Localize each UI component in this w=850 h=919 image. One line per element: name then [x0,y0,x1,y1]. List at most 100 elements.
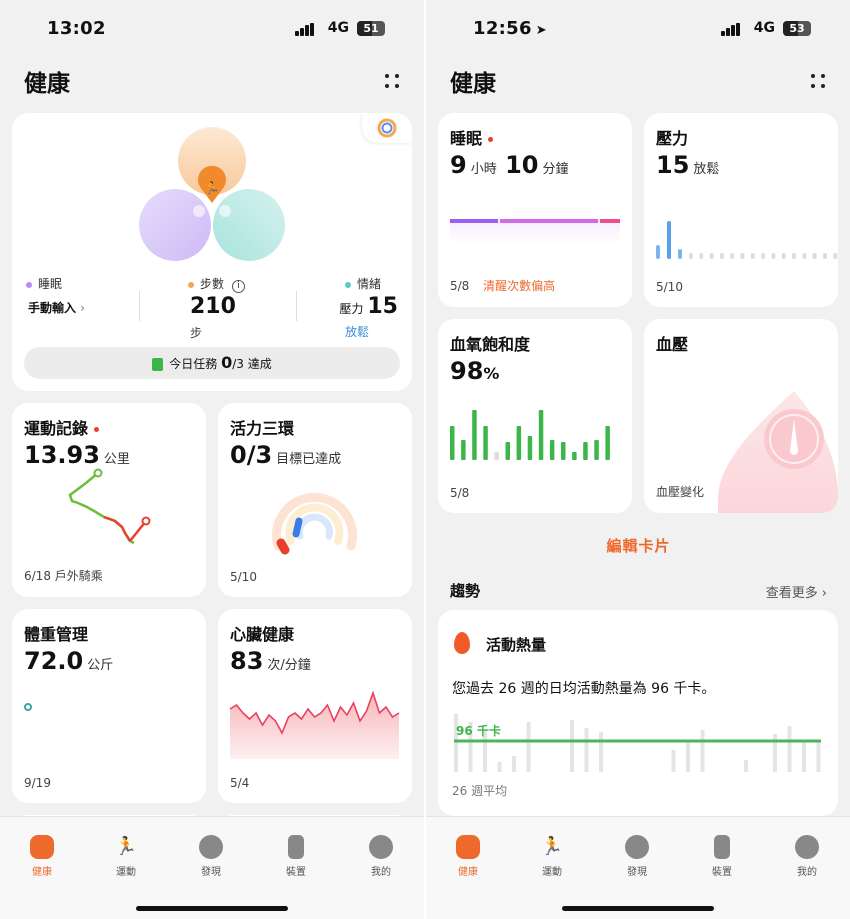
stress-idle-bar [833,253,838,259]
heart-icon [456,835,480,859]
page-title: 健康 [24,71,70,97]
calorie-bar [700,730,705,772]
tab-label: 我的 [797,867,817,878]
task-suffix: 達成 [247,357,272,371]
spo2-bar [572,452,577,460]
mood-dot [345,281,351,288]
globe-icon [625,835,649,859]
mood-state: 放鬆 [345,325,370,339]
weight-point [24,703,32,711]
sleep-label: 睡眠 [38,277,63,291]
signal-icon [721,23,741,36]
watch-icon [288,835,304,859]
running-icon: 🏃 [540,836,564,857]
left-screen: 13:02 4G 51 健康 🏃 睡眠 手動輸入 › 步數 i 210 步 情緒… [0,0,425,919]
svg-text:🏃: 🏃 [205,181,220,195]
calorie-bar [526,722,531,772]
see-more-link[interactable]: 查看更多 › [766,582,827,601]
tab-me[interactable]: 我的 [351,835,411,878]
spo2-footer: 5/8 [450,486,470,500]
heart-card[interactable]: 心臟健康 83 次/分鐘 5/4 [218,609,412,803]
info-icon[interactable]: i [232,280,246,293]
weight-title: 體重管理 [24,625,89,644]
calorie-bar [599,732,603,772]
tab-exercise[interactable]: 🏃 運動 [96,835,156,878]
calorie-bar [671,750,676,772]
network-label: 4G [327,20,349,36]
stress-card[interactable]: 壓力 15 放鬆 5/10 [644,113,838,307]
calorie-bar [802,740,806,772]
sleep-card[interactable]: 睡眠 9 小時 10 分鐘 5/8 清醒次數偏高 [438,113,632,307]
status-time: 13:02 [47,18,106,39]
stress-idle-bar [740,253,745,259]
sleep-note: 清醒次數偏高 [483,279,556,293]
manual-input-label: 手動輸入 [28,301,77,315]
spo2-card[interactable]: 血氧飽和度 98% 5/8 [438,319,632,513]
three-rings-graphic: 🏃 [139,127,285,261]
sleep-date: 5/8 [450,279,470,293]
stress-idle-bar [812,253,817,259]
activity-rings-card[interactable]: 活力三環 0/3 目標已達成 5/10 [218,403,412,597]
stress-idle-bar [781,253,786,259]
daily-tasks-button[interactable]: 今日任務 0/3 達成 [24,347,400,379]
page-title: 健康 [450,71,496,97]
home-indicator [136,906,288,911]
tab-devices[interactable]: 裝置 [692,835,752,878]
battery-level: 53 [789,22,805,35]
stress-idle-bar [699,253,704,259]
trends-label: 趨勢 [450,582,481,600]
status-bar: 12:56 ➤ 4G 53 [426,16,850,44]
weight-card[interactable]: 體重管理 72.0 公斤 9/19 [12,609,206,803]
spo2-bar [516,426,522,460]
tab-devices[interactable]: 裝置 [266,835,326,878]
tab-discover[interactable]: 發現 [181,835,241,878]
tab-label: 裝置 [286,867,306,878]
sleep-hours: 9 [450,151,467,179]
tab-label: 裝置 [712,867,732,878]
active-calories-card[interactable]: 活動熱量 您過去 26 週的日均活動熱量為 96 千卡。 96 千卡 26 週平… [438,610,838,816]
bp-footer: 血壓變化 [656,485,705,499]
spo2-bar [583,442,588,460]
stress-idle-bar [750,253,755,259]
spo2-bar [527,436,533,460]
calorie-bar [512,756,516,772]
weight-value: 72.0 [24,647,84,675]
task-total: /3 [232,357,244,371]
home-indicator [562,906,714,911]
more-icon[interactable] [809,72,827,90]
calorie-bar [686,742,690,772]
spo2-bar [461,440,466,460]
tab-label: 健康 [32,867,52,878]
heart-footer: 5/4 [230,776,250,790]
battery-level: 51 [363,22,379,35]
sleep-stage-bar [450,219,620,245]
tab-health[interactable]: 健康 [438,835,498,878]
tab-exercise[interactable]: 🏃 運動 [522,835,582,878]
see-more-label: 查看更多 [765,586,818,601]
more-icon[interactable] [383,72,401,90]
tab-label: 發現 [201,867,221,878]
manual-input-link[interactable]: 手動輸入 › [28,299,85,316]
unread-dot [488,137,494,142]
watch-icon [714,835,730,859]
running-icon: 🏃 [114,836,138,857]
blood-pressure-card[interactable]: 血壓 血壓變化 [644,319,838,513]
spo2-bar [549,440,555,460]
stress-footer: 5/10 [656,280,683,294]
tab-label: 健康 [458,867,478,878]
tab-me[interactable]: 我的 [777,835,837,878]
calorie-bar [744,760,748,772]
overview-card[interactable]: 🏃 睡眠 手動輸入 › 步數 i 210 步 情緒 壓力 15 放鬆 今日任務 0/3… [12,113,412,391]
mood-label: 情緒 [357,277,382,291]
edit-cards-button[interactable]: 編輯卡片 [426,535,850,556]
workout-card[interactable]: 運動記錄 13.93 公里 6/18 戶外騎乘 [12,403,206,597]
activity-rings-graphic [272,492,357,555]
stress-idle-bar [730,253,735,259]
average-line-label: 96 千卡 [456,724,501,738]
battery-icon: 53 [783,21,811,36]
signal-icon [295,23,315,36]
tab-discover[interactable]: 發現 [607,835,667,878]
tab-health[interactable]: 健康 [12,835,72,878]
spo2-bar [450,426,455,460]
tab-bar: 健康 🏃 運動 發現 裝置 我的 [0,816,425,919]
